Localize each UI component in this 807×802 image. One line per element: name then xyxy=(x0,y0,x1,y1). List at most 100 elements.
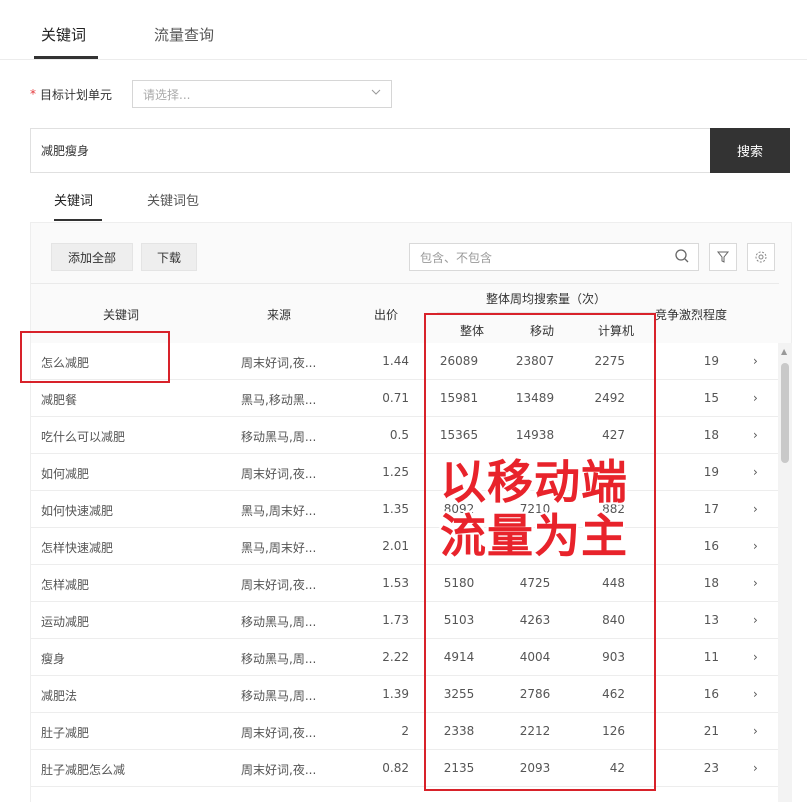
chevron-right-icon[interactable]: › xyxy=(753,539,758,553)
chevron-right-icon[interactable]: › xyxy=(753,724,758,738)
table-row[interactable]: 瘦身 移动黑马,周... 2.22 4914 4004 903 11 › xyxy=(31,639,779,676)
scroll-thumb[interactable] xyxy=(781,363,789,463)
annotation-line-1: 以移动端 xyxy=(440,455,628,509)
table-row[interactable]: 怎么减肥 周末好词,夜... 1.44 26089 23807 2275 19 … xyxy=(31,343,779,380)
header-keyword[interactable]: 关键词 xyxy=(71,306,171,323)
chevron-right-icon[interactable]: › xyxy=(753,613,758,627)
cell-mobile: 13489 xyxy=(515,391,555,405)
cell-mobile: 23807 xyxy=(515,354,555,368)
chevron-right-icon[interactable]: › xyxy=(753,761,758,775)
chevron-right-icon[interactable]: › xyxy=(753,687,758,701)
gear-icon[interactable] xyxy=(747,243,775,271)
chevron-right-icon[interactable]: › xyxy=(753,391,758,405)
cell-source: 移动黑马,周... xyxy=(241,652,317,666)
table-row[interactable]: 如何减肥 周末好词,夜... 1.25 19 › xyxy=(31,454,779,491)
cell-source: 周末好词,夜... xyxy=(241,726,317,740)
header-competition[interactable]: 竞争激烈程度 xyxy=(653,306,729,323)
cell-price: 1.35 xyxy=(382,502,409,516)
required-mark: * xyxy=(30,87,36,101)
table-row[interactable]: 吃什么可以减肥 移动黑马,周... 0.5 15365 14938 427 18… xyxy=(31,417,779,454)
header-source: 来源 xyxy=(266,308,291,322)
subtab-keywords[interactable]: 关键词 xyxy=(54,190,93,209)
chevron-right-icon[interactable]: › xyxy=(753,650,758,664)
header-weekly-search: 整体周均搜索量（次） xyxy=(485,292,606,306)
target-unit-label: 目标计划单元 xyxy=(40,87,113,102)
cell-keyword: 肚子减肥怎么减 xyxy=(41,763,126,777)
cell-source: 移动黑马,周... xyxy=(241,430,317,444)
header-pc[interactable]: 计算机 xyxy=(577,322,655,339)
chevron-right-icon[interactable]: › xyxy=(753,576,758,590)
table-scrollbar[interactable]: ▲ xyxy=(778,343,792,802)
subtab-keyword-package[interactable]: 关键词包 xyxy=(147,190,199,209)
cell-total: 26089 xyxy=(439,354,479,368)
cell-total: 5103 xyxy=(443,613,475,627)
filter-funnel-icon[interactable] xyxy=(709,243,737,271)
download-button[interactable]: 下载 xyxy=(141,243,197,271)
cell-keyword: 如何快速减肥 xyxy=(41,504,114,518)
cell-keyword: 运动减肥 xyxy=(41,615,90,629)
cell-source: 黑马,移动黑... xyxy=(241,393,317,407)
cell-keyword: 减肥法 xyxy=(41,689,78,703)
table-row[interactable]: 肚子减肥怎么减 周末好词,夜... 0.82 2135 2093 42 23 › xyxy=(31,750,779,787)
cell-total: 5180 xyxy=(443,576,475,590)
tab-keywords[interactable]: 关键词 xyxy=(41,24,86,45)
cell-total: 3255 xyxy=(443,687,475,701)
cell-source: 移动黑马,周... xyxy=(241,615,317,629)
cell-mobile: 4263 xyxy=(519,613,551,627)
cell-total: 2338 xyxy=(443,724,475,738)
cell-keyword: 减肥餐 xyxy=(41,393,78,407)
chevron-right-icon[interactable]: › xyxy=(753,354,758,368)
cell-pc: 2275 xyxy=(594,354,625,368)
add-all-button[interactable]: 添加全部 xyxy=(51,243,133,271)
header-price[interactable]: 出价 xyxy=(361,306,411,323)
table-row[interactable]: 减肥法 移动黑马,周... 1.39 3255 2786 462 16 › xyxy=(31,676,779,713)
top-tab-bar: 关键词 流量查询 xyxy=(0,0,807,60)
chevron-right-icon[interactable]: › xyxy=(753,428,758,442)
cell-mobile: 2212 xyxy=(519,724,551,738)
table-row-partial[interactable] xyxy=(31,787,779,802)
table-row[interactable]: 肚子减肥 周末好词,夜... 2 2338 2212 126 21 › xyxy=(31,713,779,750)
cell-competition: 19 xyxy=(703,465,719,479)
tab-traffic-query[interactable]: 流量查询 xyxy=(154,24,214,45)
cell-pc: 840 xyxy=(602,613,625,627)
results-panel: 添加全部 下载 包含、不包含 关键词 来源 出价 整体周均搜索量（次） 整体 移… xyxy=(30,222,792,802)
cell-keyword: 怎样减肥 xyxy=(41,578,90,592)
cell-keyword: 怎么减肥 xyxy=(41,356,90,370)
chevron-down-icon xyxy=(371,87,381,100)
cell-total: 15365 xyxy=(439,428,479,442)
filter-input[interactable]: 包含、不包含 xyxy=(409,243,699,271)
table-row[interactable]: 运动减肥 移动黑马,周... 1.73 5103 4263 840 13 › xyxy=(31,602,779,639)
cell-mobile: 4004 xyxy=(519,650,551,664)
cell-mobile: 2093 xyxy=(519,761,551,775)
chevron-right-icon[interactable]: › xyxy=(753,502,758,516)
search-icon[interactable] xyxy=(674,248,690,267)
table-row[interactable]: 怎样减肥 周末好词,夜... 1.53 5180 4725 448 18 › xyxy=(31,565,779,602)
target-unit-select[interactable]: 请选择... xyxy=(132,80,392,108)
page: 关键词 流量查询 * 目标计划单元 请选择... 减肥瘦身 搜索 关键词 关键词… xyxy=(0,0,807,802)
target-unit-placeholder: 请选择... xyxy=(143,87,191,102)
cell-source: 周末好词,夜... xyxy=(241,467,317,481)
cell-keyword: 瘦身 xyxy=(41,652,66,666)
header-total[interactable]: 整体 xyxy=(437,322,507,339)
cell-competition: 23 xyxy=(703,761,719,775)
annotation-line-2: 流量为主 xyxy=(440,509,628,563)
cell-price: 1.44 xyxy=(382,354,409,368)
scroll-up-icon[interactable]: ▲ xyxy=(781,347,787,356)
annotation-text: 以移动端 流量为主 xyxy=(440,455,640,563)
table-row[interactable]: 怎样快速减肥 黑马,周末好... 2.01 16 › xyxy=(31,528,779,565)
cell-price: 2.01 xyxy=(382,539,409,553)
cell-keyword: 如何减肥 xyxy=(41,467,90,481)
keyword-search-input[interactable]: 减肥瘦身 xyxy=(30,128,711,173)
cell-source: 移动黑马,周... xyxy=(241,689,317,703)
search-button[interactable]: 搜索 xyxy=(710,128,790,173)
target-unit-row: * 目标计划单元 请选择... xyxy=(30,80,392,108)
filter-placeholder: 包含、不包含 xyxy=(420,250,493,265)
cell-competition: 11 xyxy=(703,650,719,664)
cell-price: 1.73 xyxy=(382,613,409,627)
table-row[interactable]: 减肥餐 黑马,移动黑... 0.71 15981 13489 2492 15 › xyxy=(31,380,779,417)
cell-mobile: 4725 xyxy=(519,576,551,590)
table-row[interactable]: 如何快速减肥 黑马,周末好... 1.35 8092 7210 882 17 › xyxy=(31,491,779,528)
cell-price: 2 xyxy=(401,724,409,738)
header-mobile[interactable]: 移动 xyxy=(507,322,577,339)
chevron-right-icon[interactable]: › xyxy=(753,465,758,479)
